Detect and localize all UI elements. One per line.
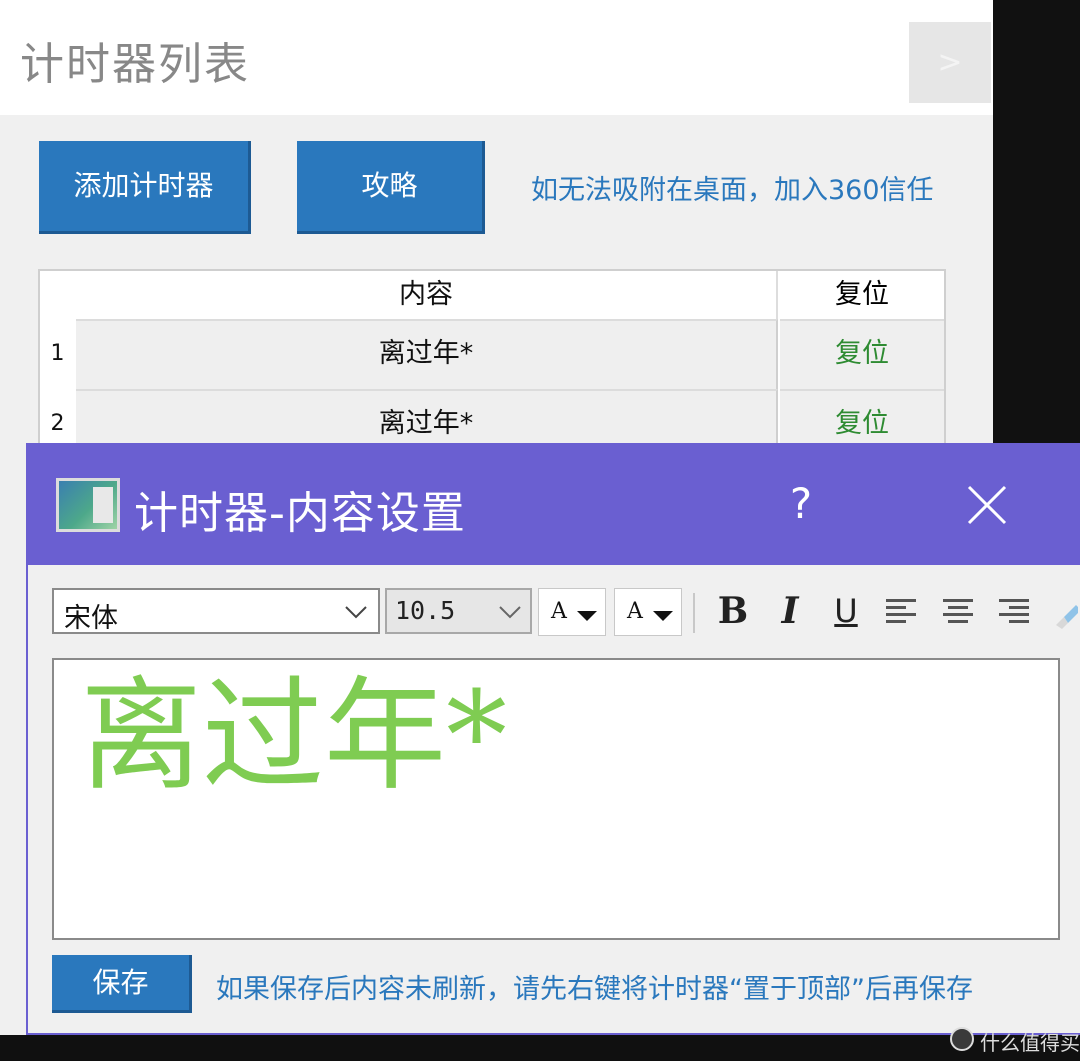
close-icon xyxy=(967,485,1007,525)
site-watermark: 什么值得买 xyxy=(950,1025,1080,1055)
column-header-reset[interactable]: 复位 xyxy=(780,271,944,319)
row-content-cell[interactable]: 离过年* xyxy=(76,319,778,389)
dialog-body: 宋体 10.5 A A B I U 离过年* 保存 如果保存后内容未刷新，请先右… xyxy=(28,565,1080,1033)
row-index: 1 xyxy=(50,341,65,366)
guide-button[interactable]: 攻略 xyxy=(297,141,485,234)
font-family-value: 宋体 xyxy=(64,603,118,634)
align-right-icon xyxy=(999,599,1029,623)
align-left-button[interactable] xyxy=(884,595,918,627)
align-left-icon xyxy=(886,599,916,623)
caret-down-icon xyxy=(653,611,673,621)
list-collapse-button[interactable]: > xyxy=(909,22,991,103)
align-center-button[interactable] xyxy=(941,595,975,627)
align-right-button[interactable] xyxy=(997,595,1031,627)
toolbar-divider xyxy=(693,593,695,633)
watermark-text: 什么值得买 xyxy=(980,1031,1080,1055)
column-header-content[interactable]: 内容 xyxy=(76,271,778,319)
list-header: 计时器列表 > xyxy=(0,0,993,115)
caret-down-icon xyxy=(577,611,597,621)
dialog-title: 计时器-内容设置 xyxy=(134,488,466,539)
font-size-value: 10.5 xyxy=(395,596,456,625)
dialog-titlebar[interactable]: 计时器-内容设置 ? xyxy=(26,443,1080,565)
bottom-strip xyxy=(0,1035,1080,1061)
font-size-select[interactable]: 10.5 xyxy=(385,588,532,634)
content-editor[interactable]: 离过年* xyxy=(52,658,1060,940)
editor-content-text: 离过年* xyxy=(80,665,507,807)
text-color-icon: A xyxy=(551,599,567,624)
background-color-icon: A xyxy=(627,599,643,624)
watermark-logo-icon xyxy=(950,1027,974,1051)
bold-button[interactable]: B xyxy=(713,591,753,631)
add-timer-button[interactable]: 添加计时器 xyxy=(39,141,251,234)
align-center-icon xyxy=(943,599,973,623)
chevron-down-icon xyxy=(499,606,521,619)
underline-button[interactable]: U xyxy=(826,591,866,631)
save-button[interactable]: 保存 xyxy=(52,955,192,1013)
trust-hint-link[interactable]: 如无法吸附在桌面，加入360信任 xyxy=(531,168,934,207)
help-button[interactable]: ? xyxy=(781,479,821,528)
list-title: 计时器列表 xyxy=(20,39,250,90)
clear-format-button[interactable] xyxy=(1052,591,1078,631)
row-reset-link[interactable]: 复位 xyxy=(780,319,944,389)
text-color-button[interactable]: A xyxy=(538,588,606,636)
italic-button[interactable]: I xyxy=(770,591,810,631)
eraser-icon xyxy=(1056,605,1078,629)
close-button[interactable] xyxy=(961,479,1013,531)
chevron-down-icon xyxy=(345,606,367,619)
app-icon xyxy=(56,478,120,532)
font-family-select[interactable]: 宋体 xyxy=(52,588,380,634)
save-hint-text: 如果保存后内容未刷新，请先右键将计时器“置于顶部”后再保存 xyxy=(216,974,973,1005)
table-corner-cell xyxy=(40,271,75,319)
content-settings-dialog: 计时器-内容设置 ? 宋体 10.5 A A B I U 离过年* 保存 如果保… xyxy=(26,443,1080,1035)
table-header-row: 内容 复位 xyxy=(40,271,944,319)
table-row[interactable]: 1 离过年* 复位 xyxy=(40,319,944,389)
timer-table: 内容 复位 1 离过年* 复位 2 离过年* 复位 xyxy=(38,269,946,469)
background-color-button[interactable]: A xyxy=(614,588,682,636)
